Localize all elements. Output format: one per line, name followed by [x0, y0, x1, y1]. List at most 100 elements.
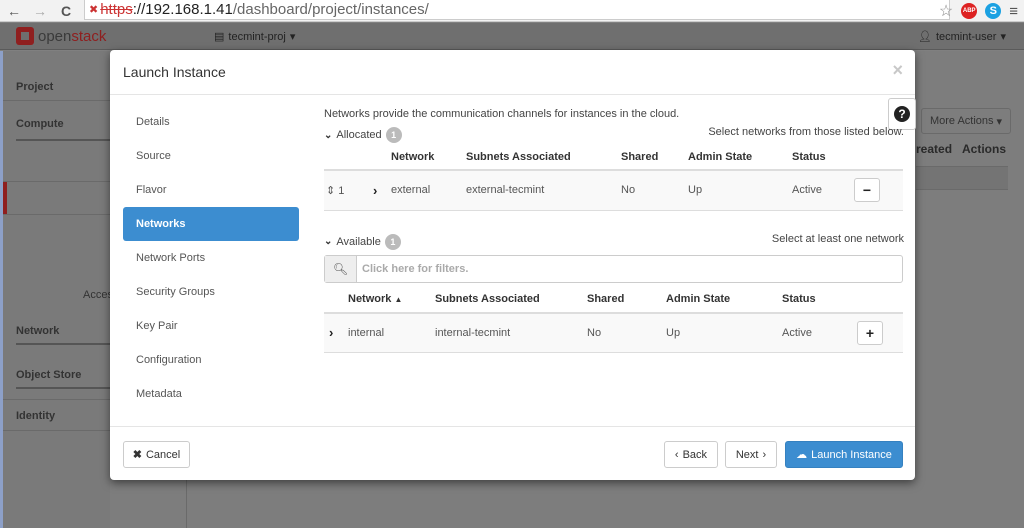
sidebar-item-compute[interactable]: Compute [16, 101, 113, 141]
sort-ascending-icon: ▲ [394, 295, 403, 304]
available-networks-table: Network ▲ Subnets Associated Shared Admi… [324, 287, 903, 353]
openstack-logo[interactable]: openstack [16, 27, 106, 45]
column-header-status: Status [792, 150, 826, 163]
chevron-right-icon: › [762, 448, 767, 461]
launch-instance-modal: Launch Instance × Details Source Flavor … [110, 50, 916, 480]
column-header-network-label: Network [348, 293, 392, 305]
allocated-toggle[interactable]: ⌄ Allocated 1 [324, 127, 402, 143]
step-flavor[interactable]: Flavor [123, 173, 299, 207]
next-button[interactable]: Next › [725, 441, 777, 468]
launch-instance-button[interactable]: ☁ Launch Instance [785, 441, 903, 468]
cell-shared: No [621, 169, 688, 211]
modal-title: Launch Instance [123, 64, 226, 80]
step-networks[interactable]: Networks [123, 207, 299, 241]
cell-shared: No [587, 311, 666, 353]
allocated-networks-table: Network Subnets Associated Shared Admin … [324, 144, 903, 211]
sidebar-item-project[interactable]: Project [3, 51, 113, 101]
back-label: Back [682, 448, 708, 461]
column-header-subnets[interactable]: Subnets Associated [435, 287, 587, 313]
launch-label: Launch Instance [811, 448, 892, 461]
user-menu[interactable]: 👤︎ tecmint-user ▾ [917, 30, 1006, 44]
step-configuration[interactable]: Configuration [123, 343, 299, 377]
logo-text-prefix: open [38, 27, 72, 45]
caret-down-icon: ▾ [996, 115, 1003, 128]
project-icon: ▤ [214, 31, 225, 43]
allocated-hint: Select networks from those listed below. [708, 126, 904, 138]
cancel-label: Cancel [145, 448, 181, 461]
column-header-shared: Shared [621, 150, 659, 163]
sidebar-item-object-store[interactable]: Object Store [16, 365, 113, 389]
more-actions-button[interactable]: More Actions ▾ [921, 108, 1011, 134]
sidebar-item-access-fragment[interactable]: Acces [83, 289, 113, 301]
chevron-down-icon: ⌄ [324, 236, 333, 247]
browser-menu-icon[interactable]: ≡ [1009, 3, 1018, 20]
available-toggle[interactable]: ⌄ Available 1 [324, 233, 401, 250]
table-row: › internal internal-tecmint No Up Active… [324, 311, 903, 353]
next-label: Next [735, 448, 759, 461]
user-name: tecmint-user [935, 30, 997, 43]
close-icon: ✖ [132, 449, 142, 461]
cell-subnets: internal-tecmint [435, 311, 587, 353]
modal-footer: ✖ Cancel ‹ Back Next › ☁ Launch Instance [110, 426, 915, 480]
step-key-pair[interactable]: Key Pair [123, 309, 299, 343]
allocated-label: Allocated [336, 129, 382, 141]
drag-handle[interactable]: ⇕ 1 [324, 169, 358, 211]
cell-subnets: external-tecmint [466, 169, 621, 211]
background-table-row [916, 166, 1008, 190]
cloud-upload-icon: ☁ [796, 449, 808, 461]
cell-admin-state: Up [666, 311, 782, 353]
column-header-shared[interactable]: Shared [587, 287, 666, 313]
available-count-badge: 1 [384, 233, 401, 250]
sidebar: Project Compute Acces Network Object Sto… [0, 51, 113, 528]
close-icon[interactable]: × [892, 60, 903, 81]
bookmark-star-icon[interactable]: ☆ [939, 1, 953, 21]
chevron-down-icon: ⌄ [324, 129, 333, 141]
allocated-section-header: ⌄ Allocated 1 Select networks from those… [324, 124, 904, 144]
column-header-network[interactable]: Network ▲ [348, 287, 435, 313]
available-section-header: ⌄ Available 1 Select at least one networ… [324, 231, 904, 251]
column-header-admin-state[interactable]: Admin State [666, 287, 782, 313]
allocate-button[interactable]: + [857, 320, 883, 345]
filter-input[interactable] [357, 255, 902, 282]
project-selector[interactable]: ▤ tecmint-proj ▾ [214, 30, 295, 44]
step-details[interactable]: Details [123, 105, 299, 139]
openstack-logo-icon [16, 27, 34, 45]
column-header-network: Network [391, 150, 435, 163]
browser-toolbar: ← → C ✖ https ://192.168.1.41 /dashboard… [0, 0, 1024, 22]
cell-status: Active [792, 169, 854, 211]
step-metadata[interactable]: Metadata [123, 377, 299, 411]
address-bar[interactable]: ✖ https ://192.168.1.41 /dashboard/proje… [84, 0, 950, 20]
reload-icon[interactable]: C [56, 1, 76, 21]
background-divider [186, 478, 187, 528]
step-source[interactable]: Source [123, 139, 299, 173]
step-security-groups[interactable]: Security Groups [123, 275, 299, 309]
back-arrow-icon[interactable]: ← [4, 1, 24, 21]
sidebar-active-item[interactable] [3, 181, 113, 215]
column-header-admin-state: Admin State [688, 150, 753, 163]
user-icon: 👤︎ [917, 31, 932, 43]
filter-bar: 🔍︎ [324, 254, 903, 283]
cell-network: external [391, 169, 466, 211]
adblock-icon[interactable]: ABP [961, 3, 978, 19]
cancel-button[interactable]: ✖ Cancel [123, 441, 190, 468]
insecure-lock-icon: ✖ [89, 4, 99, 16]
more-actions-label: More Actions [929, 115, 994, 127]
deallocate-button[interactable]: − [854, 178, 880, 203]
wizard-steps: Details Source Flavor Networks Network P… [123, 105, 299, 411]
back-button[interactable]: ‹ Back [664, 441, 718, 468]
column-header-status[interactable]: Status [782, 287, 857, 313]
modal-header: Launch Instance × [110, 50, 915, 95]
url-host: ://192.168.1.41 [132, 1, 233, 18]
search-icon: 🔍︎ [325, 255, 357, 282]
sidebar-item-identity[interactable]: Identity [3, 399, 113, 431]
column-header-created: reated [916, 142, 953, 156]
expand-chevron-icon[interactable]: › [329, 325, 333, 340]
column-header-subnets: Subnets Associated [466, 150, 571, 163]
expand-chevron-icon[interactable]: › [373, 183, 377, 198]
skype-icon[interactable]: S [985, 3, 1002, 19]
step-network-ports[interactable]: Network Ports [123, 241, 299, 275]
cell-admin-state: Up [688, 169, 792, 211]
sidebar-item-network[interactable]: Network [16, 321, 113, 345]
forward-arrow-icon[interactable]: → [30, 1, 50, 21]
row-order: 1 [338, 184, 345, 197]
